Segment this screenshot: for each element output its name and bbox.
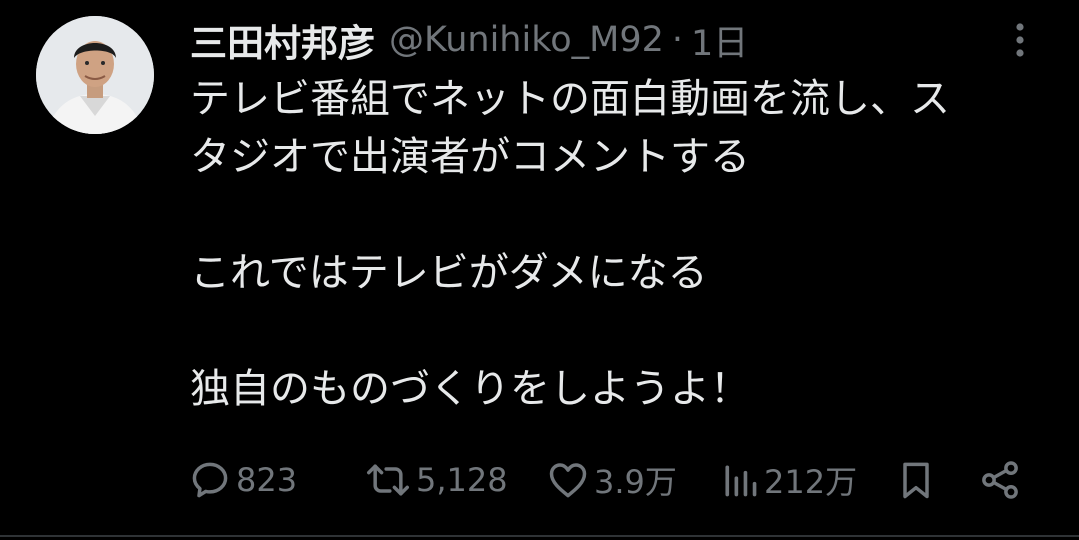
timestamp[interactable]: 1日 xyxy=(691,15,748,66)
tweet-text-line: 独自のものづくりをしようよ！ xyxy=(190,366,750,412)
avatar[interactable] xyxy=(36,16,154,134)
user-handle[interactable]: @Kunihiko_M92 xyxy=(389,20,664,60)
share-icon xyxy=(982,461,1018,499)
retweet-icon xyxy=(367,464,409,496)
like-count: 3.9万 xyxy=(594,463,677,501)
bookmark-button[interactable] xyxy=(894,452,938,508)
retweet-button[interactable]: 5,128 xyxy=(364,452,508,508)
views-button[interactable]: 212万 xyxy=(720,452,857,508)
avatar-image xyxy=(36,16,154,134)
tweet-text-line: タジオで出演者がコメントする xyxy=(190,134,750,180)
view-count: 212万 xyxy=(764,463,858,501)
reply-button[interactable]: 823 xyxy=(188,452,297,508)
tweet-text: テレビ番組でネットの面白動画を流し、ス タジオで出演者がコメントする これではテ… xyxy=(190,70,1060,418)
tweet-text-line: これではテレビがダメになる xyxy=(190,250,708,296)
display-name[interactable]: 三田村邦彦 xyxy=(190,13,375,67)
divider xyxy=(0,535,1079,537)
more-vertical-icon xyxy=(1016,23,1024,57)
tweet-text-blank-line xyxy=(190,302,1060,360)
bookmark-icon xyxy=(903,462,929,499)
reply-icon xyxy=(192,462,228,498)
tweet-header: 三田村邦彦 @Kunihiko_M92 · 1日 xyxy=(190,14,748,66)
share-button[interactable] xyxy=(978,452,1022,508)
header-separator: · xyxy=(671,20,684,60)
views-bar-icon xyxy=(725,465,757,497)
reply-count: 823 xyxy=(236,461,298,499)
tweet-text-line: テレビ番組でネットの面白動画を流し、ス xyxy=(190,76,950,122)
retweet-count: 5,128 xyxy=(416,461,508,499)
heart-icon xyxy=(549,463,587,498)
like-button[interactable]: 3.9万 xyxy=(546,452,677,508)
tweet-text-blank-line xyxy=(190,186,1060,244)
tweet-actions: 823 5,128 3.9万 212万 xyxy=(188,452,1048,508)
more-options-button[interactable] xyxy=(1004,20,1036,60)
